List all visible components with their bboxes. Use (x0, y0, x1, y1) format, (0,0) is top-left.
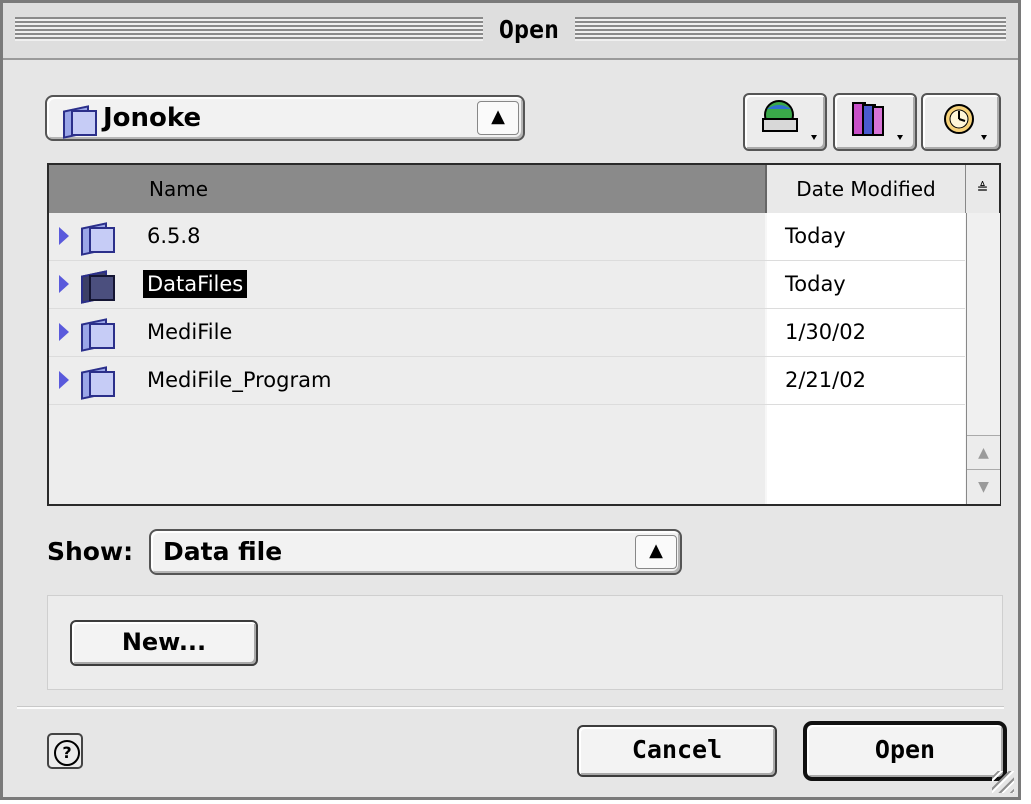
show-label: Show: (47, 537, 134, 566)
new-button[interactable]: New... (70, 620, 258, 666)
table-row[interactable]: 6.5.8 Today (49, 213, 965, 261)
row-date: 1/30/02 (767, 309, 965, 356)
shortcuts-icon (762, 100, 817, 140)
show-popup-value: Data file (163, 537, 283, 566)
folder-icon (79, 366, 115, 400)
resize-grip-icon[interactable] (992, 771, 1014, 793)
cancel-button[interactable]: Cancel (577, 725, 777, 777)
sort-direction-icon: ≜ (976, 181, 989, 197)
disclosure-triangle-icon[interactable] (59, 227, 69, 245)
disclosure-triangle-icon[interactable] (59, 371, 69, 389)
folder-icon (79, 222, 115, 256)
recent-button[interactable] (921, 93, 1001, 151)
folder-icon (79, 318, 115, 352)
empty-row-area (49, 405, 965, 504)
row-name-cell: MediFile_Program (49, 357, 765, 404)
file-list[interactable]: Name Date Modified ≜ 6.5.8 Today DataFil… (47, 163, 1001, 506)
row-name-cell: 6.5.8 (49, 213, 765, 260)
row-name: MediFile (147, 320, 233, 344)
scroll-up-arrow-icon[interactable]: ▲ (967, 435, 1000, 470)
row-date: Today (767, 213, 965, 260)
row-date: 2/21/02 (767, 357, 965, 404)
open-dialog: Open Jonoke ▲︎ Name Date Modified ≜ 6.5.… (0, 0, 1021, 800)
popup-arrows-icon: ▲︎ (477, 101, 519, 135)
popup-arrows-icon: ▲︎ (635, 535, 677, 569)
open-button[interactable]: Open (803, 721, 1007, 781)
scroll-down-arrow-icon[interactable]: ▼ (967, 469, 1000, 504)
show-popup[interactable]: Data file ▲︎ (149, 529, 682, 575)
disclosure-triangle-icon[interactable] (59, 323, 69, 341)
sort-direction-button[interactable]: ≜ (966, 165, 999, 213)
title-bar-stripes-right (575, 17, 1006, 41)
favorites-icon (852, 102, 903, 140)
column-header-name-label: Name (149, 177, 209, 201)
title-bar[interactable]: Open (3, 3, 1018, 60)
column-header-date[interactable]: Date Modified (767, 165, 966, 213)
row-name: MediFile_Program (147, 368, 332, 392)
empty-date-area (767, 405, 965, 504)
title-bar-stripes-left (15, 17, 483, 41)
table-row[interactable]: MediFile_Program 2/21/02 (49, 357, 965, 405)
folder-icon (61, 105, 97, 139)
column-header-date-label: Date Modified (796, 177, 936, 201)
row-name-cell: DataFiles (49, 261, 765, 308)
empty-name-area (49, 405, 765, 504)
help-button[interactable]: ? (47, 733, 83, 769)
help-icon: ? (54, 740, 80, 766)
shortcuts-button[interactable] (743, 93, 827, 151)
table-row[interactable]: MediFile 1/30/02 (49, 309, 965, 357)
vertical-scrollbar[interactable]: ▲ ▼ (966, 213, 1000, 504)
favorites-button[interactable] (833, 93, 917, 151)
folder-icon (79, 270, 115, 304)
row-name: DataFiles (143, 270, 248, 298)
window-title: Open (498, 15, 560, 44)
column-header-name[interactable]: Name (49, 165, 767, 213)
row-name: 6.5.8 (147, 224, 201, 248)
location-popup[interactable]: Jonoke ▲︎ (45, 95, 525, 141)
disclosure-triangle-icon[interactable] (59, 275, 69, 293)
divider (17, 706, 1004, 709)
row-name-cell: MediFile (49, 309, 765, 356)
row-date: Today (767, 261, 965, 308)
options-panel: New... (47, 595, 1003, 690)
location-popup-label: Jonoke (103, 103, 202, 133)
recent-icon (944, 104, 987, 140)
table-row[interactable]: DataFiles Today (49, 261, 965, 309)
